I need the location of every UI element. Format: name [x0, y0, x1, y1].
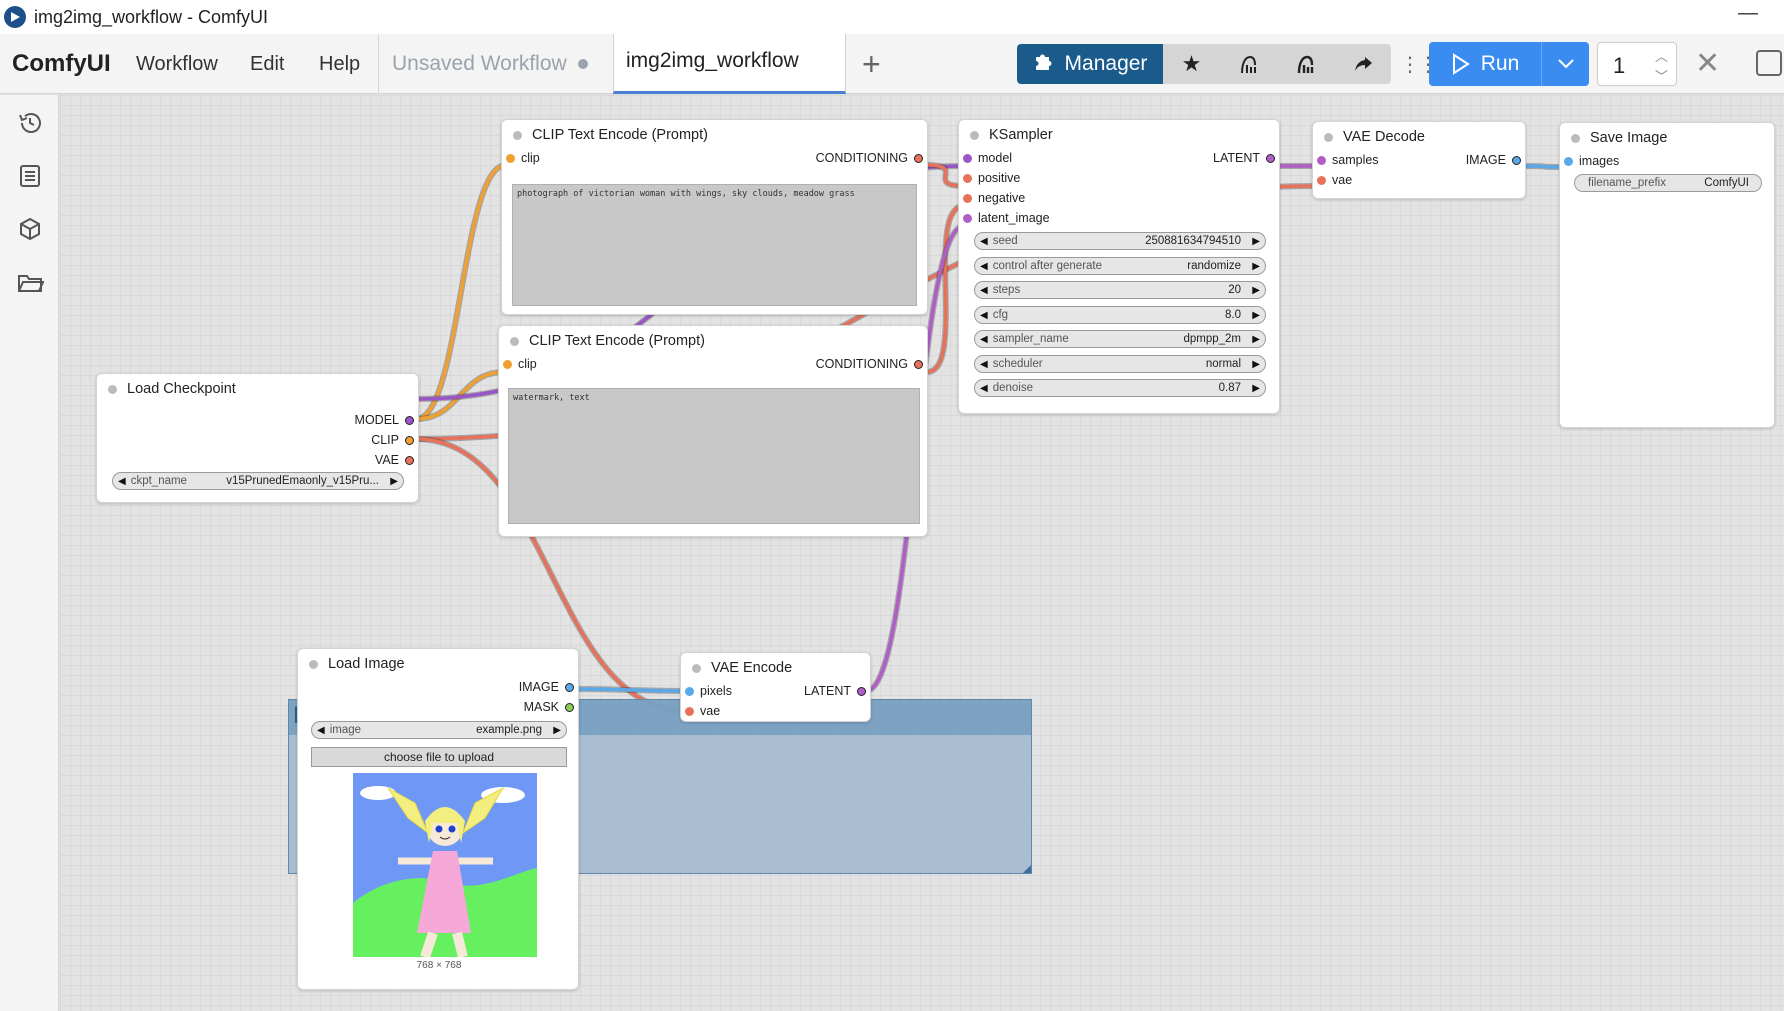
- output-conditioning[interactable]: CONDITIONING: [816, 151, 927, 165]
- output-clip[interactable]: CLIP: [371, 433, 418, 447]
- menu-help[interactable]: Help: [319, 53, 360, 76]
- widget-ckpt-name[interactable]: ◀ ckpt_name v15PrunedEmaonly_v15Pru... ▶: [112, 472, 404, 490]
- queue-icon[interactable]: [16, 162, 44, 190]
- manager-label: Manager: [1064, 52, 1148, 75]
- minimize-button[interactable]: —: [1738, 2, 1758, 25]
- run-button-group: Run: [1429, 42, 1589, 86]
- history-icon[interactable]: [16, 109, 44, 137]
- input-vae[interactable]: vae: [681, 704, 720, 718]
- input-positive[interactable]: positive: [959, 171, 1020, 185]
- close-icon[interactable]: ✕: [1695, 46, 1720, 81]
- increment-chevron-up-icon[interactable]: ︿: [1655, 46, 1668, 65]
- batch-count-stepper[interactable]: 1 ︿ ﹀: [1597, 42, 1677, 86]
- image-preview: [353, 773, 537, 957]
- widget-seed[interactable]: ◀ seed 250881634794510 ▶: [974, 232, 1266, 250]
- manager-button[interactable]: Manager: [1017, 44, 1163, 84]
- top-menubar: ComfyUI Workflow Edit Help Unsaved Workf…: [0, 34, 1784, 94]
- widget-scheduler[interactable]: ◀ scheduler normal ▶: [974, 355, 1266, 373]
- graph-canvas[interactable]: Loading images Load Checkpoint MODEL CLI…: [60, 95, 1784, 1011]
- input-samples[interactable]: samples: [1313, 153, 1379, 167]
- input-pixels[interactable]: pixels: [681, 684, 732, 698]
- node-title[interactable]: Load Checkpoint: [97, 374, 418, 404]
- node-load-checkpoint[interactable]: Load Checkpoint MODEL CLIP VAE ◀ ckpt_nam…: [96, 373, 419, 503]
- stand-alt-icon[interactable]: [1277, 44, 1334, 84]
- menu-workflow[interactable]: Workflow: [136, 53, 218, 76]
- toggle-panel-icon[interactable]: [1756, 50, 1782, 76]
- window-title: img2img_workflow - ComfyUI: [34, 6, 269, 27]
- manager-toolbar: Manager ★: [1017, 44, 1391, 84]
- tab-label: img2img_workflow: [626, 49, 799, 72]
- link-image-to-encode: [574, 687, 688, 693]
- tab-label: Unsaved Workflow: [392, 52, 567, 75]
- node-load-image[interactable]: Load Image IMAGE MASK ◀ image example.png ▶…: [297, 648, 579, 990]
- widget-cfg[interactable]: ◀ cfg 8.0 ▶: [974, 306, 1266, 324]
- group-resize-handle[interactable]: [1023, 865, 1031, 873]
- output-mask[interactable]: MASK: [524, 700, 578, 714]
- tab-unsaved-workflow[interactable]: Unsaved Workflow: [378, 34, 613, 94]
- node-title[interactable]: KSampler: [959, 120, 1279, 150]
- node-title[interactable]: Save Image: [1560, 123, 1774, 153]
- workflows-folder-icon[interactable]: [16, 268, 45, 296]
- prompt-textarea[interactable]: photograph of victorian woman with wings…: [512, 184, 917, 306]
- input-vae[interactable]: vae: [1313, 173, 1352, 187]
- widget-filename-prefix[interactable]: filename_prefix ComfyUI: [1574, 174, 1762, 192]
- run-button[interactable]: Run: [1429, 42, 1541, 86]
- add-tab-button[interactable]: +: [862, 46, 881, 83]
- node-title[interactable]: VAE Decode: [1313, 122, 1525, 152]
- batch-count-value[interactable]: 1: [1613, 53, 1625, 79]
- output-image[interactable]: IMAGE: [519, 680, 578, 694]
- widget-image[interactable]: ◀ image example.png ▶: [311, 721, 567, 739]
- node-title[interactable]: CLIP Text Encode (Prompt): [502, 120, 927, 150]
- play-icon: [1452, 53, 1470, 75]
- prompt-textarea[interactable]: watermark, text: [508, 388, 920, 524]
- node-title[interactable]: Load Image: [298, 649, 578, 679]
- link-clip-to-pos: [415, 163, 507, 421]
- choose-file-upload-button[interactable]: choose file to upload: [311, 747, 567, 767]
- input-clip[interactable]: clip: [502, 151, 540, 165]
- decrement-chevron-down-icon[interactable]: ﹀: [1655, 66, 1668, 85]
- node-ksampler[interactable]: KSampler model positive negative latent_…: [958, 119, 1280, 414]
- run-label: Run: [1480, 52, 1520, 75]
- puzzle-icon: [1033, 50, 1055, 78]
- widget-steps[interactable]: ◀ steps 20 ▶: [974, 281, 1266, 299]
- node-title[interactable]: CLIP Text Encode (Prompt): [499, 326, 927, 356]
- node-clip-text-encode-negative[interactable]: CLIP Text Encode (Prompt) clip CONDITION…: [498, 325, 928, 537]
- brand-logo[interactable]: ComfyUI: [12, 50, 111, 78]
- left-sidebar: [0, 95, 59, 1011]
- input-images[interactable]: images: [1560, 154, 1619, 168]
- image-dimensions: 768 × 768: [416, 960, 462, 971]
- widget-denoise[interactable]: ◀ denoise 0.87 ▶: [974, 379, 1266, 397]
- comfyui-app-icon: [4, 6, 26, 28]
- node-save-image[interactable]: Save Image images filename_prefix ComfyU…: [1559, 122, 1775, 428]
- node-clip-text-encode-positive[interactable]: CLIP Text Encode (Prompt) clip CONDITION…: [501, 119, 928, 315]
- widget-sampler-name[interactable]: ◀ sampler_name dpmpp_2m ▶: [974, 330, 1266, 348]
- node-vae-decode[interactable]: VAE Decode samples vae IMAGE: [1312, 121, 1526, 199]
- run-options-chevron-down-icon[interactable]: [1541, 42, 1589, 86]
- output-conditioning[interactable]: CONDITIONING: [816, 357, 927, 371]
- model-library-icon[interactable]: [16, 215, 44, 243]
- input-latent-image[interactable]: latent_image: [959, 211, 1050, 225]
- node-title[interactable]: VAE Encode: [681, 653, 870, 683]
- output-latent[interactable]: LATENT: [804, 684, 870, 698]
- output-latent[interactable]: LATENT: [1213, 151, 1279, 165]
- tab-img2img-workflow[interactable]: img2img_workflow: [613, 34, 846, 94]
- widget-control-after-generate[interactable]: ◀ control after generate randomize ▶: [974, 257, 1266, 275]
- output-image[interactable]: IMAGE: [1466, 153, 1525, 167]
- input-clip[interactable]: clip: [499, 357, 537, 371]
- input-negative[interactable]: negative: [959, 191, 1025, 205]
- output-vae[interactable]: VAE: [375, 453, 418, 467]
- menu-edit[interactable]: Edit: [250, 53, 284, 76]
- star-icon[interactable]: ★: [1163, 44, 1220, 84]
- window-titlebar: img2img_workflow - ComfyUI —: [0, 0, 1784, 34]
- output-model[interactable]: MODEL: [355, 413, 418, 427]
- node-vae-encode[interactable]: VAE Encode pixels vae LATENT: [680, 652, 871, 722]
- stand-icon[interactable]: [1220, 44, 1277, 84]
- share-icon[interactable]: [1334, 44, 1391, 84]
- unsaved-dot-icon: [578, 59, 588, 69]
- input-model[interactable]: model: [959, 151, 1012, 165]
